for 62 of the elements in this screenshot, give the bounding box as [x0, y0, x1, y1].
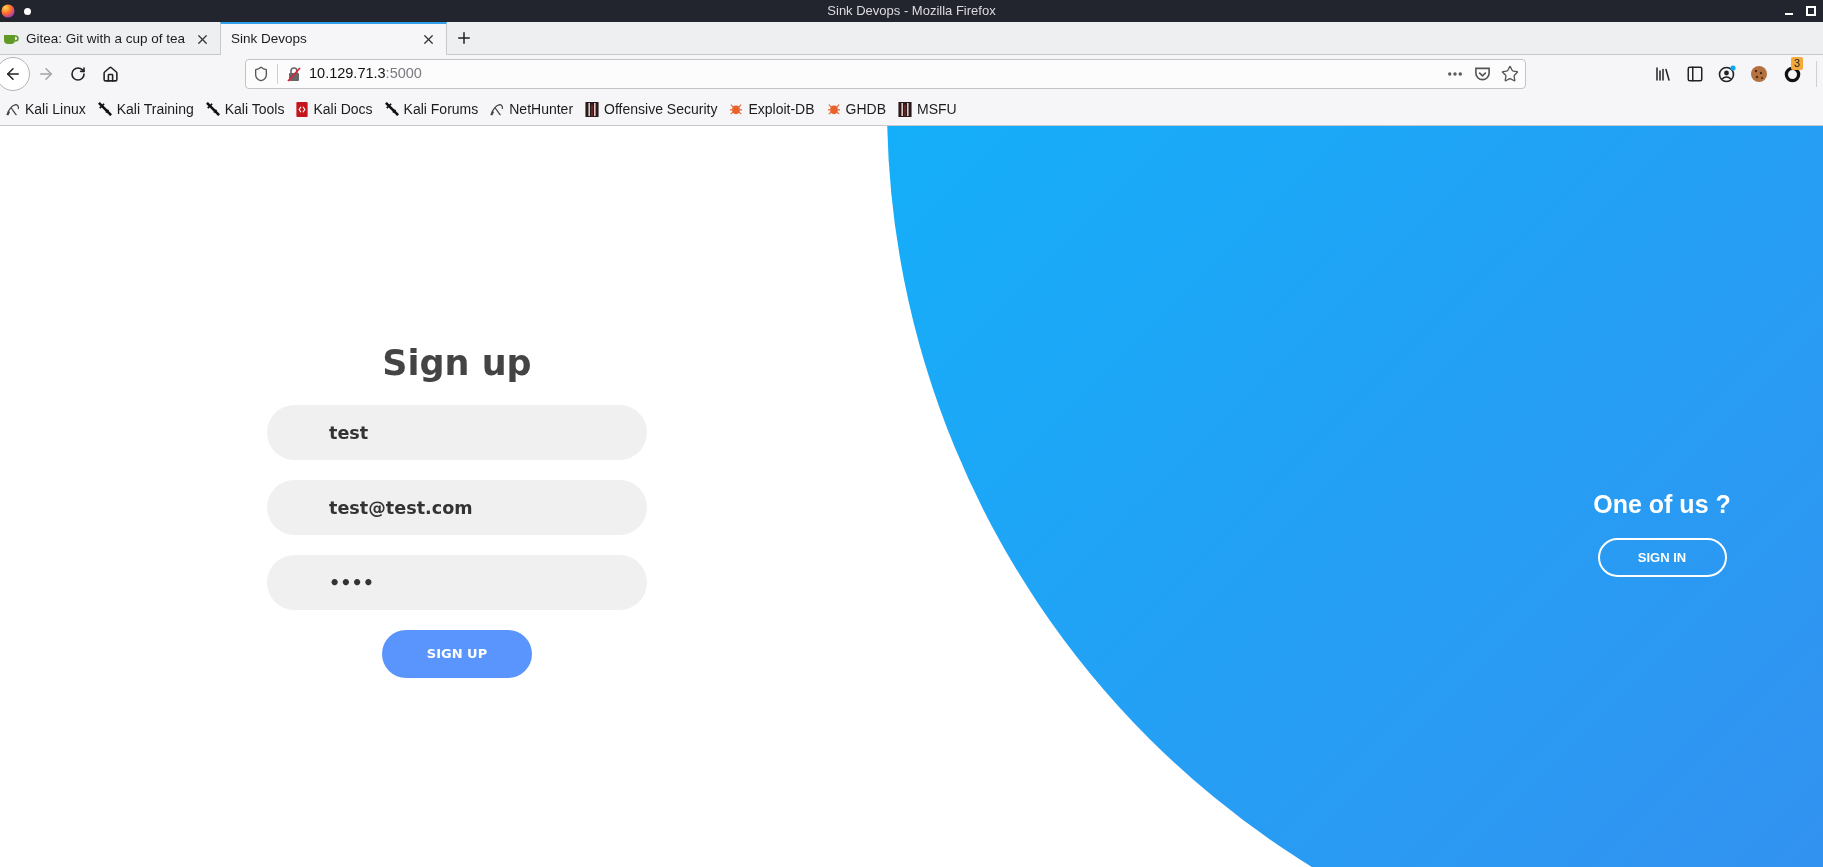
ring-icon[interactable] — [1783, 65, 1801, 83]
bookmark-item[interactable]: MSFU — [898, 98, 957, 120]
close-icon[interactable] — [421, 32, 436, 47]
bookmark-label: Exploit-DB — [748, 99, 815, 119]
pocket-icon[interactable] — [1474, 66, 1491, 82]
bookmark-item[interactable]: NetHunter — [490, 98, 574, 120]
username-field[interactable]: test — [267, 405, 647, 460]
back-button[interactable] — [0, 57, 30, 91]
bookmark-item[interactable]: Kali Linux — [6, 98, 86, 120]
tab-title: Gitea: Git with a cup of tea — [26, 29, 187, 48]
maximize-icon[interactable] — [1806, 6, 1816, 16]
bookmark-item[interactable]: Kali Docs — [296, 98, 373, 120]
library-icon[interactable] — [1654, 65, 1672, 83]
address-bar[interactable]: 10.129.71.3:5000 — [245, 59, 1526, 89]
url-text: 10.129.71.3:5000 — [309, 64, 422, 84]
tile-icon — [585, 101, 600, 117]
bookmark-label: Kali Linux — [25, 99, 86, 119]
bookmark-item[interactable]: Kali Forums — [384, 98, 479, 120]
dagger-icon — [384, 102, 399, 116]
arrow-right-icon — [37, 65, 55, 83]
star-icon[interactable] — [1501, 65, 1519, 83]
bookmark-label: MSFU — [917, 99, 957, 119]
panel-title: One of us ? — [1593, 489, 1731, 519]
bug-icon — [826, 103, 841, 115]
password-field[interactable]: •••• — [267, 555, 647, 610]
sidebar-icon[interactable] — [1686, 65, 1704, 83]
hook-icon — [6, 102, 20, 116]
tab-title: Sink Devops — [231, 30, 308, 49]
teacup-icon — [3, 32, 19, 46]
bookmark-item[interactable]: GHDB — [826, 98, 886, 120]
count-badge: 3 — [1791, 57, 1804, 70]
home-icon — [101, 65, 119, 83]
bookmark-item[interactable]: Kali Training — [97, 98, 194, 120]
plus-icon — [455, 29, 473, 47]
bookmark-label: Kali Tools — [224, 99, 285, 119]
bookmark-label: Kali Forums — [403, 99, 479, 119]
crossed-lock-icon[interactable] — [286, 66, 302, 82]
email-field[interactable]: test@test.com — [267, 480, 647, 535]
dagger-icon — [205, 102, 220, 116]
hook-icon — [490, 102, 505, 116]
bookmark-label: Offensive Security — [604, 99, 718, 119]
bookmark-label: GHDB — [845, 99, 886, 119]
bookmark-item[interactable]: Kali Tools — [205, 98, 285, 120]
browser-tab[interactable]: Sink Devops — [220, 22, 447, 55]
browser-logo-icon — [1, 4, 15, 18]
cookie-icon[interactable] — [1750, 65, 1768, 83]
bug-icon — [729, 103, 744, 115]
window-title: Sink Devops - Mozilla Firefox — [827, 2, 996, 21]
signup-title: Sign up — [382, 342, 532, 384]
bookmark-label: NetHunter — [509, 99, 574, 119]
bookmark-item[interactable]: Offensive Security — [585, 98, 718, 120]
browser-tab[interactable]: Gitea: Git with a cup of tea — [0, 22, 220, 54]
bookmark-label: Kali Training — [116, 99, 194, 119]
account-icon[interactable] — [1718, 65, 1736, 83]
dagger-icon — [97, 102, 112, 116]
book-icon — [296, 101, 309, 117]
tile-icon — [898, 101, 912, 117]
dot-icon — [24, 7, 31, 15]
bookmark-item[interactable]: Exploit-DB — [729, 98, 815, 120]
reload-icon — [70, 66, 86, 82]
shield-icon[interactable] — [253, 66, 269, 82]
bookmark-label: Kali Docs — [313, 99, 373, 119]
